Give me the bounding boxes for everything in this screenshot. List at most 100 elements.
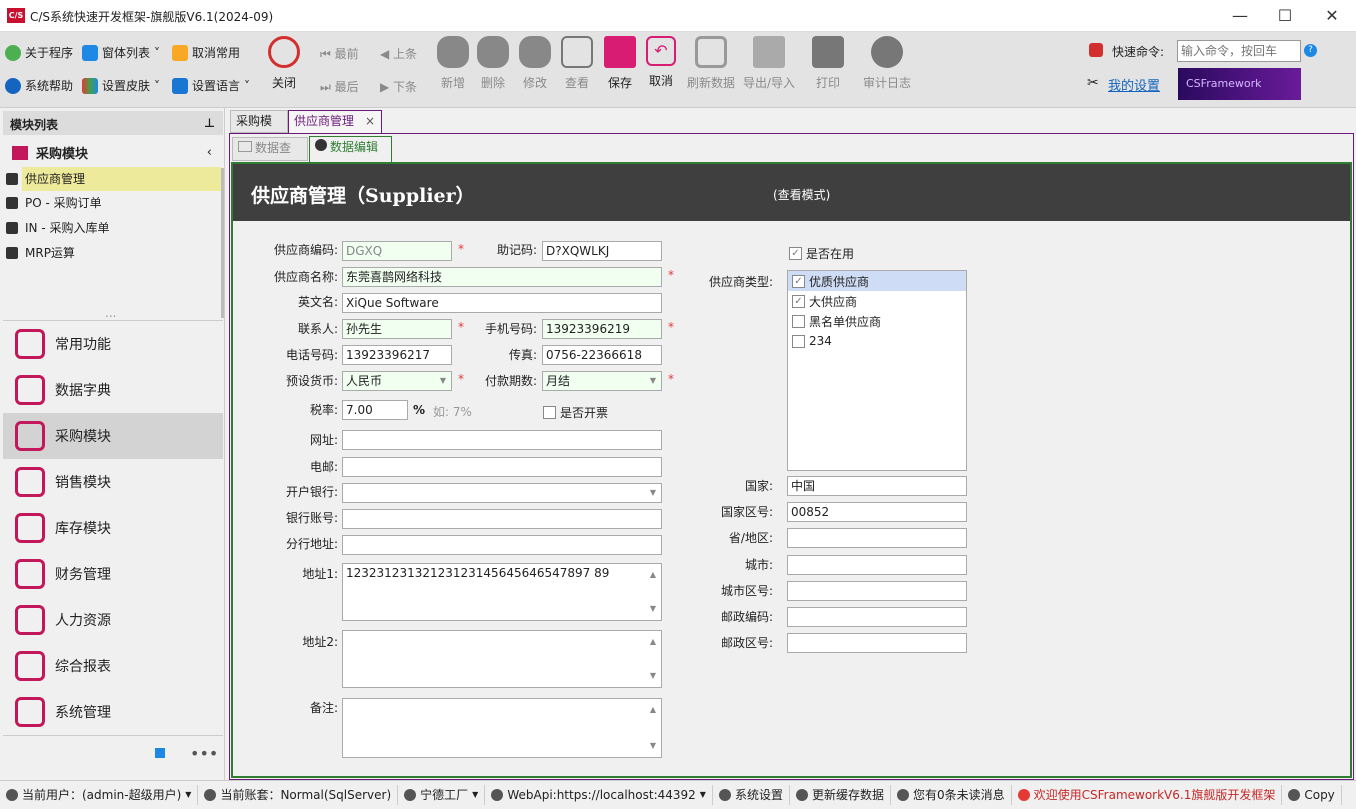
my-settings-link[interactable]: 我的设置 bbox=[1108, 75, 1160, 94]
scroll-down-icon[interactable]: ▼ bbox=[650, 600, 656, 618]
banner-logo[interactable]: CSFramework bbox=[1178, 68, 1301, 100]
pin-icon[interactable]: ⊥ bbox=[204, 116, 215, 130]
help-icon[interactable]: ? bbox=[1304, 44, 1317, 57]
nav-item[interactable]: 销售模块 bbox=[3, 459, 223, 505]
tree-scrollbar[interactable] bbox=[221, 168, 224, 318]
status-item[interactable]: WebApi:https://localhost:44392 ▼ bbox=[485, 785, 713, 805]
status-item[interactable]: 更新缓存数据 bbox=[790, 785, 891, 805]
close-tab-icon[interactable]: × bbox=[365, 111, 375, 132]
skin-button[interactable]: 设置皮肤 ˅ bbox=[82, 75, 160, 97]
label: 当前账套：Normal(SqlServer) bbox=[220, 788, 392, 802]
postcode-field[interactable] bbox=[787, 607, 967, 627]
tab-data-edit[interactable]: 数据编辑 bbox=[309, 136, 392, 162]
invoice-checkbox[interactable]: 是否开票 bbox=[543, 404, 608, 421]
tax-field[interactable]: 7.00 bbox=[342, 400, 408, 420]
tab-supplier[interactable]: 供应商管理 × bbox=[288, 110, 382, 134]
city_code-field[interactable] bbox=[787, 580, 967, 601]
export-import-button[interactable]: 导出/导入 bbox=[740, 36, 798, 91]
status-item[interactable]: 系统设置 bbox=[713, 785, 790, 805]
tree-item[interactable]: MRP运算 bbox=[3, 241, 221, 265]
tree-item[interactable]: IN - 采购入库单 bbox=[3, 216, 221, 240]
quick-command-input[interactable] bbox=[1177, 40, 1301, 62]
tree-item[interactable]: PO - 采购订单 bbox=[3, 191, 221, 215]
audit-log-button[interactable]: 审计日志 bbox=[858, 36, 916, 91]
nav-item[interactable]: 数据字典 bbox=[3, 367, 223, 413]
more-icon[interactable]: ••• bbox=[190, 744, 218, 763]
scroll-up-icon[interactable]: ▲ bbox=[650, 701, 656, 719]
language-button[interactable]: 设置语言 ˅ bbox=[172, 75, 250, 97]
tab-data-query[interactable]: 数据查询 bbox=[232, 137, 308, 176]
tree-item[interactable]: 供应商管理 bbox=[3, 167, 221, 191]
active-checkbox[interactable]: ✓ 是否在用 bbox=[789, 245, 854, 262]
code-field[interactable]: DGXQ bbox=[342, 241, 452, 261]
en_name-field[interactable]: XiQue Software bbox=[342, 293, 662, 313]
next-button[interactable]: ▶ 下条 bbox=[380, 78, 417, 95]
dropdown-arrow-icon[interactable]: ▼ bbox=[650, 372, 656, 390]
bank-field[interactable]: ▼ bbox=[342, 483, 662, 503]
website-field[interactable] bbox=[342, 430, 662, 450]
scroll-up-icon[interactable]: ▲ bbox=[650, 633, 656, 651]
nav-item[interactable]: 综合报表 bbox=[3, 643, 223, 689]
type-item[interactable]: ✓ 优质供应商 bbox=[788, 271, 966, 291]
help-button[interactable]: 系统帮助 bbox=[5, 75, 73, 97]
addr2-field[interactable]: ▲ ▼ bbox=[342, 630, 662, 688]
minimize-button[interactable]: — bbox=[1220, 4, 1260, 28]
province-field[interactable] bbox=[787, 528, 967, 549]
country-field[interactable]: 中国 bbox=[787, 476, 967, 496]
status-item[interactable]: Copy bbox=[1282, 785, 1342, 805]
mnemonic-field[interactable]: D?XQWLKJ bbox=[542, 241, 662, 261]
status-item[interactable]: 您有0条未读消息 bbox=[891, 785, 1012, 805]
fax-field[interactable]: 0756-22366618 bbox=[542, 345, 662, 365]
status-item[interactable]: 宁德工厂 ▼ bbox=[398, 785, 486, 805]
maximize-button[interactable]: ☐ bbox=[1265, 4, 1305, 28]
group-header[interactable]: 采购模块 ‹ bbox=[12, 143, 212, 162]
contact-field[interactable]: 孙先生 bbox=[342, 319, 452, 339]
payment-field[interactable]: 月结 ▼ bbox=[542, 371, 662, 391]
mobile-field[interactable]: 13923396219 bbox=[542, 319, 662, 339]
mnemonic-label: 助记码: bbox=[496, 243, 537, 257]
status-item[interactable]: 欢迎使用CSFrameworkV6.1旗舰版开发框架 bbox=[1012, 785, 1283, 805]
nav-item[interactable]: 常用功能 bbox=[3, 321, 223, 367]
splitter[interactable]: ... bbox=[105, 306, 116, 320]
refresh-button[interactable]: 刷新数据 bbox=[682, 36, 740, 91]
branch-field[interactable] bbox=[342, 535, 662, 555]
dropdown-arrow-icon[interactable]: ▼ bbox=[650, 484, 656, 502]
collapse-icon[interactable]: ‹ bbox=[207, 145, 212, 160]
first-button[interactable]: ⏮ 最前 bbox=[320, 45, 359, 62]
addr1-field[interactable]: 12323123132123123145645646547897 89 ▲ ▼ bbox=[342, 563, 662, 621]
type-item[interactable]: ✓ 大供应商 bbox=[788, 291, 966, 311]
postal_zone-field[interactable] bbox=[787, 633, 967, 654]
print-button[interactable]: 打印 bbox=[803, 36, 853, 91]
remove-favorite-button[interactable]: 取消常用 bbox=[172, 42, 240, 64]
windows-list-button[interactable]: 窗体列表 ˅ bbox=[82, 42, 160, 64]
scroll-down-icon[interactable]: ▼ bbox=[650, 737, 656, 755]
nav-item[interactable]: 库存模块 bbox=[3, 505, 223, 551]
status-item[interactable]: 当前用户：(admin-超级用户) ▼ bbox=[0, 785, 199, 805]
nav-item[interactable]: 财务管理 bbox=[3, 551, 223, 597]
type-item[interactable]: 黑名单供应商 bbox=[788, 311, 966, 331]
cancel-button[interactable]: ↶ 取消 bbox=[636, 36, 686, 89]
remark-field[interactable]: ▲ ▼ bbox=[342, 698, 662, 758]
city-field[interactable] bbox=[787, 554, 967, 575]
scroll-down-icon[interactable]: ▼ bbox=[650, 667, 656, 685]
close-button[interactable]: 关闭 bbox=[259, 36, 309, 91]
currency-field[interactable]: 人民币 ▼ bbox=[342, 371, 452, 391]
account-field[interactable] bbox=[342, 509, 662, 529]
windows-icon[interactable] bbox=[155, 748, 165, 758]
about-button[interactable]: 关于程序 bbox=[5, 42, 73, 64]
supplier-type-list[interactable]: ✓ 优质供应商 ✓ 大供应商 黑名单供应商 234 bbox=[787, 270, 967, 471]
country_code-field[interactable]: 00852 bbox=[787, 502, 967, 523]
name-field[interactable]: 东莞喜鹊网络科技 bbox=[342, 267, 662, 287]
nav-item[interactable]: 采购模块 bbox=[3, 413, 223, 459]
phone-field[interactable]: 13923396217 bbox=[342, 345, 452, 365]
last-button[interactable]: ⏭ 最后 bbox=[320, 78, 359, 95]
nav-item[interactable]: 系统管理 bbox=[3, 689, 223, 735]
close-window-button[interactable]: ✕ bbox=[1312, 4, 1352, 28]
type-item[interactable]: 234 bbox=[788, 331, 966, 351]
tab-purchase-module[interactable]: 采购模块 bbox=[230, 110, 288, 149]
status-item[interactable]: 当前账套：Normal(SqlServer) bbox=[198, 785, 399, 805]
scroll-up-icon[interactable]: ▲ bbox=[650, 566, 656, 584]
email-field[interactable] bbox=[342, 457, 662, 477]
prev-button[interactable]: ◀ 上条 bbox=[380, 45, 417, 62]
nav-item[interactable]: 人力资源 bbox=[3, 597, 223, 643]
